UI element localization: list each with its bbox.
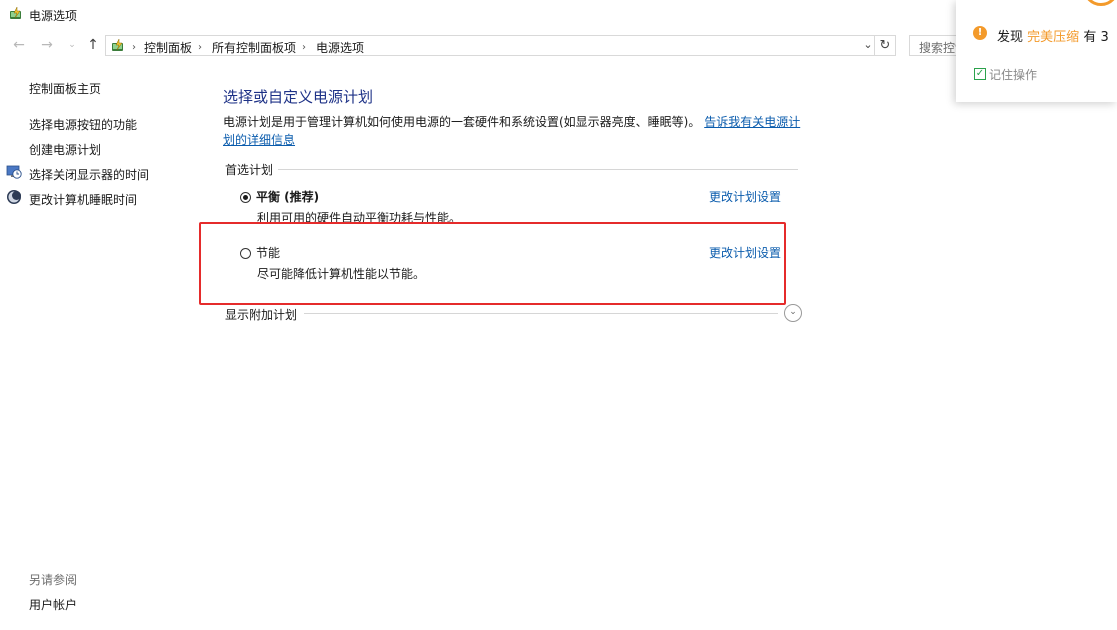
preferred-plans-header: 首选计划 (225, 163, 274, 177)
show-additional-plans-header[interactable]: 显示附加计划 (225, 306, 297, 323)
breadcrumb: › 控制面板 › 所有控制面板项 › 电源选项 (132, 39, 364, 56)
recent-locations-chevron-icon[interactable]: ⌄ (64, 37, 80, 53)
window-title: 电源选项 (29, 9, 78, 23)
chevron-right-icon[interactable]: › (132, 42, 136, 53)
info-icon: ! (973, 26, 987, 40)
page-description: 电源计划是用于管理计算机如何使用电源的一套硬件和系统设置(如显示器亮度、睡眠等)… (223, 113, 803, 149)
change-plan-settings-balanced-link[interactable]: 更改计划设置 (709, 188, 781, 205)
see-also-header: 另请参阅 (29, 573, 78, 587)
refresh-icon[interactable]: ↻ (874, 35, 895, 56)
title-bar: 电源选项 (0, 0, 1117, 30)
forward-arrow-icon[interactable]: → (39, 37, 55, 53)
page-title: 选择或自定义电源计划 (223, 88, 374, 106)
sidebar-item-sleep-time[interactable]: 更改计算机睡眠时间 (29, 191, 137, 208)
sidebar-home-link[interactable]: 控制面板主页 (29, 80, 101, 97)
divider (304, 313, 778, 314)
remember-action-checkbox[interactable]: ✓ (974, 68, 986, 80)
breadcrumb-item[interactable]: 控制面板 (144, 39, 192, 56)
power-options-icon (10, 6, 21, 19)
popup-text-suffix: 有 3 (1083, 30, 1109, 45)
address-input[interactable]: › 控制面板 › 所有控制面板项 › 电源选项 ⌄ ↻ (105, 35, 896, 56)
sidebar-item-create-plan[interactable]: 创建电源计划 (29, 141, 101, 158)
see-also-user-accounts[interactable]: 用户帐户 (29, 596, 77, 613)
plan-name-balanced[interactable]: 平衡 (推荐) (256, 188, 319, 205)
control-panel-icon (112, 38, 123, 51)
up-arrow-icon[interactable]: ↑ (85, 37, 101, 53)
moon-icon (7, 190, 21, 204)
chevron-right-icon[interactable]: › (198, 42, 202, 53)
popup-text-accent: 完美压缩 (1027, 30, 1080, 45)
breadcrumb-item[interactable]: 所有控制面板项 (212, 39, 296, 56)
remember-action-label[interactable]: 记住操作 (989, 66, 1037, 83)
sidebar-item-display-off[interactable]: 选择关闭显示器的时间 (29, 166, 149, 183)
popup-message: 发现 完美压缩 有 3 (997, 26, 1109, 45)
breadcrumb-item[interactable]: 电源选项 (316, 39, 364, 56)
divider (278, 169, 798, 170)
address-bar: ← → ⌄ ↑ › 控制面板 › 所有控制面板项 › 电源选项 ⌄ ↻ 搜索控制… (0, 34, 1117, 58)
monitor-clock-icon (6, 165, 22, 179)
back-arrow-icon[interactable]: ← (11, 37, 27, 53)
expand-chevron-icon[interactable]: ⌄ (784, 304, 802, 322)
radio-balanced[interactable] (240, 192, 251, 203)
highlight-annotation-box (199, 222, 786, 305)
popup-text-prefix: 发现 (997, 30, 1024, 45)
notification-popup (956, 0, 1117, 102)
description-text: 电源计划是用于管理计算机如何使用电源的一套硬件和系统设置(如显示器亮度、睡眠等)… (223, 115, 701, 129)
chevron-right-icon[interactable]: › (302, 42, 306, 53)
chevron-down-icon[interactable]: ⌄ (861, 38, 875, 51)
sidebar-item-power-buttons[interactable]: 选择电源按钮的功能 (29, 116, 137, 133)
